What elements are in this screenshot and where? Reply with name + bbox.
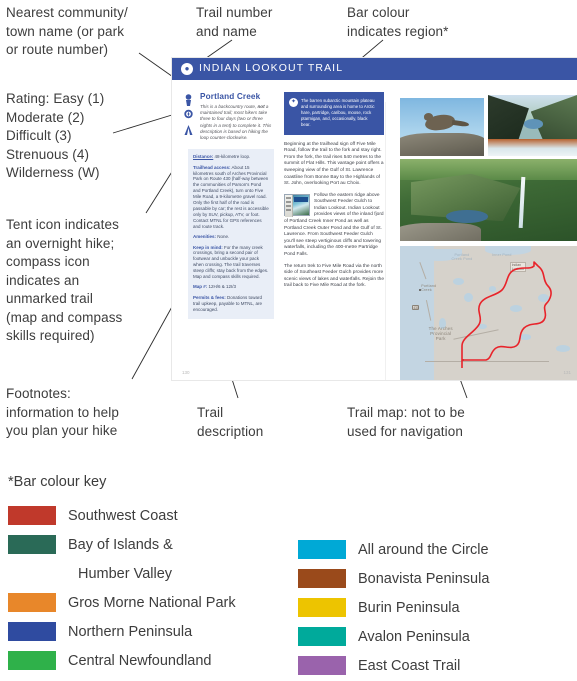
footnote-key: Amenities:	[193, 234, 217, 240]
footnote-item: Permits & fees: Donations toward trail u…	[193, 295, 269, 313]
colour-key-label: Gros Morne National Park	[68, 594, 236, 611]
footnote-key: Distance:	[193, 154, 214, 160]
photo-valley	[400, 159, 577, 241]
footnote-key: Trailhead access:	[193, 164, 231, 170]
guidebook-cover-thumbnail	[284, 193, 310, 217]
footnote-item: Distance: 48-kilometre loop.	[193, 154, 269, 160]
colour-key-row: Burin Peninsula	[298, 593, 568, 622]
annotation-trail-map: Trail map: not to be used for navigation	[347, 405, 465, 439]
page-number-right: 131	[563, 370, 571, 375]
colour-key-row: East Coast Trail	[298, 651, 568, 680]
colour-key-row: Bonavista Peninsula	[298, 564, 568, 593]
trail-intro-text: This is a backcountry route, not a maint…	[200, 104, 276, 141]
annotation-icons: Tent icon indicates an overnight hike; c…	[6, 217, 123, 343]
annotation-nearest-community: Nearest community/ town name (or park or…	[6, 5, 128, 57]
colour-key-label: Burin Peninsula	[358, 599, 460, 616]
trail-description-text: Beginning at the trailhead sign off Five…	[284, 142, 384, 290]
description-paragraph: Beginning at the trailhead sign off Five…	[284, 141, 384, 187]
footnotes-box: Distance: 48-kilometre loop. Trailhead a…	[188, 149, 274, 319]
colour-key-label: Humber Valley	[78, 565, 173, 582]
colour-key-row: Southwest Coast	[8, 501, 298, 530]
colour-key-right-column: All around the Circle Bonavista Peninsul…	[298, 501, 568, 680]
colour-key-row-continuation: Humber Valley	[8, 559, 298, 588]
colour-key-title: *Bar colour key	[8, 474, 107, 490]
annotation-rating: Rating: Easy (1) Moderate (2) Difficult …	[6, 91, 105, 180]
tent-icon	[184, 125, 193, 135]
colour-key-left-column: Southwest Coast Bay of Islands & Humber …	[8, 501, 298, 680]
annotation-bar-colour: Bar colour indicates region*	[347, 5, 449, 39]
footnote-key: Keep in mind:	[193, 244, 223, 250]
left-column: Portland Creek This is a backcountry rou…	[184, 92, 276, 319]
rating-icon-stack	[184, 94, 195, 139]
colour-swatch	[298, 569, 346, 588]
intro-before: This is a backcountry route,	[200, 104, 258, 109]
footnote-value: 12H/6 & 12I/3	[207, 284, 237, 290]
colour-key-row: Northern Peninsula	[8, 617, 298, 646]
colour-key-label: All around the Circle	[358, 541, 489, 558]
colour-swatch	[298, 627, 346, 646]
trail-route-line	[461, 261, 552, 368]
colour-swatch	[8, 651, 56, 670]
colour-key-label: Bonavista Peninsula	[358, 570, 490, 587]
colour-key: *Bar colour key Southwest Coast Bay of I…	[8, 474, 568, 680]
colour-key-label: Central Newfoundland	[68, 652, 212, 669]
page-gutter	[385, 102, 386, 380]
intro-after: a maintained trail; most hikers take thr…	[200, 104, 272, 141]
footnote-item: Trailhead access: About 15 kilometres so…	[193, 165, 269, 230]
difficulty-rating-icon	[185, 94, 192, 106]
footnote-value: About 15 kilometres south of Arches Prov…	[193, 164, 269, 229]
colour-swatch	[8, 593, 56, 612]
annotation-trail-description: Trail description	[197, 405, 264, 439]
colour-key-label: Southwest Coast	[68, 507, 178, 524]
compass-rose-icon: ✦	[289, 98, 298, 107]
footnote-item: Map #: 12H/6 & 12I/3	[193, 284, 269, 290]
colour-key-row: Avalon Peninsula	[298, 622, 568, 651]
colour-swatch	[8, 506, 56, 525]
footnote-key: Map #:	[193, 284, 208, 290]
colour-swatch-placeholder	[8, 564, 56, 583]
guidebook-spread: ● INDIAN LOOKOUT TRAIL Portland Creek Th…	[172, 58, 577, 380]
colour-swatch	[8, 622, 56, 641]
colour-key-row: Central Newfoundland	[8, 646, 298, 675]
colour-key-label: Bay of Islands &	[68, 536, 173, 553]
compass-icon	[184, 109, 193, 119]
colour-swatch	[8, 535, 56, 554]
footnote-value: None.	[216, 234, 230, 240]
intro-bold: not	[257, 104, 265, 109]
annotation-trail-number-name: Trail number and name	[196, 5, 273, 39]
photo-gorge	[488, 95, 577, 156]
colour-key-row: Bay of Islands &	[8, 530, 298, 559]
colour-key-label: Northern Peninsula	[68, 623, 193, 640]
page-body: Portland Creek This is a backcountry rou…	[172, 80, 577, 380]
footnote-value: For the many creek crossings, bring a se…	[193, 244, 269, 280]
colour-key-row: Gros Morne National Park	[8, 588, 298, 617]
page-title: INDIAN LOOKOUT TRAIL	[199, 62, 344, 74]
description-paragraph-with-thumb: Follow the eastern ridge above Southwest…	[284, 193, 384, 259]
colour-swatch	[298, 656, 346, 675]
nearest-community-name: Portland Creek	[200, 92, 261, 101]
colour-key-row: All around the Circle	[298, 535, 568, 564]
description-paragraph: The return trek to Five Mile Road via th…	[284, 263, 384, 289]
footnote-value: 48-kilometre loop.	[213, 154, 251, 160]
colour-key-label: East Coast Trail	[358, 657, 461, 674]
photo-ptarmigan	[400, 98, 484, 156]
callout-text: The barren subarctic mountain plateau an…	[301, 98, 375, 127]
page-number-left: 130	[182, 370, 190, 375]
colour-key-label: Avalon Peninsula	[358, 628, 470, 645]
trail-marker-icon: ●	[181, 63, 193, 75]
colour-swatch	[298, 598, 346, 617]
wildlife-callout-box: ✦ The barren subarctic mountain plateau …	[284, 92, 384, 135]
colour-swatch	[298, 540, 346, 559]
footnote-item: Amenities: None.	[193, 234, 269, 240]
middle-column: ✦ The barren subarctic mountain plateau …	[284, 92, 384, 295]
trail-map: 430 Portland Creek Pond Inner Pond Portla…	[400, 246, 577, 380]
footnote-key: Permits & fees:	[193, 294, 226, 300]
page-header-bar: ● INDIAN LOOKOUT TRAIL	[172, 58, 577, 80]
annotation-footnotes: Footnotes: information to help you plan …	[6, 386, 119, 438]
footnote-item: Keep in mind: For the many creek crossin…	[193, 245, 269, 280]
